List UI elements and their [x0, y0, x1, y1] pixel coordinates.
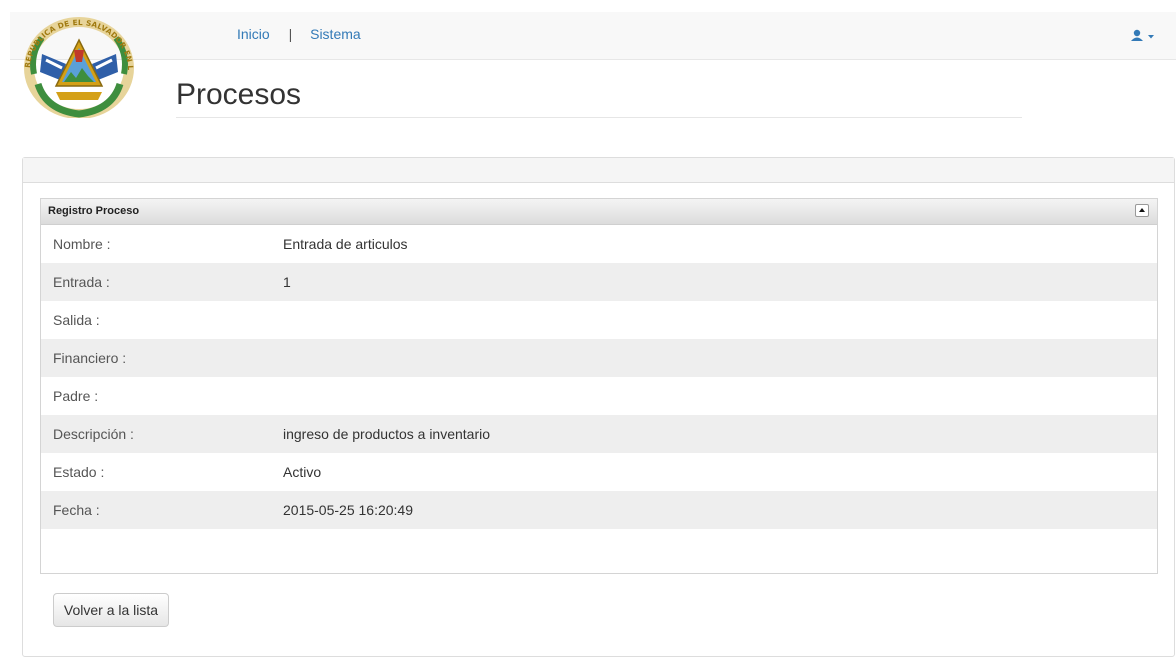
detail-row-nombre: Nombre : Entrada de articulos — [41, 225, 1157, 263]
nav-link-sistema[interactable]: Sistema — [310, 26, 361, 42]
detail-row-salida: Salida : — [41, 301, 1157, 339]
nav-separator: | — [288, 26, 293, 42]
coat-of-arms-logo: REPUBLICA DE EL SALVADOR EN LA AMERICA C… — [12, 7, 142, 119]
nav-link-inicio[interactable]: Inicio — [237, 26, 270, 42]
record-title: Registro Proceso — [48, 205, 140, 217]
top-navbar: Inicio | Sistema — [10, 12, 1176, 60]
row-label: Salida : — [53, 312, 100, 328]
title-divider — [176, 117, 1022, 118]
record-box: Registro Proceso Nombre : Entrada de art… — [40, 198, 1158, 574]
user-icon — [1131, 29, 1154, 41]
row-label: Descripción : — [53, 426, 134, 442]
main-panel: Registro Proceso Nombre : Entrada de art… — [22, 157, 1175, 657]
nav-links: Inicio | Sistema — [237, 26, 361, 42]
panel-heading — [23, 158, 1174, 183]
detail-row-entrada: Entrada : 1 — [41, 263, 1157, 301]
row-value: Activo — [283, 464, 322, 480]
row-value: 1 — [283, 274, 291, 290]
row-label: Padre : — [53, 388, 99, 404]
record-header: Registro Proceso — [41, 199, 1157, 225]
row-value: ingreso de productos a inventario — [283, 426, 491, 442]
detail-row-financiero: Financiero : — [41, 339, 1157, 377]
row-value: 2015-05-25 16:20:49 — [283, 502, 413, 518]
detail-row-estado: Estado : Activo — [41, 453, 1157, 491]
detail-row-padre: Padre : — [41, 377, 1157, 415]
page-title: Procesos — [176, 78, 302, 111]
collapse-up-icon[interactable] — [1135, 204, 1149, 217]
detail-row-descripcion: Descripción : ingreso de productos a inv… — [41, 415, 1157, 453]
row-label: Financiero : — [53, 350, 127, 366]
detail-row-fecha: Fecha : 2015-05-25 16:20:49 — [41, 491, 1157, 529]
chevron-down-icon — [1148, 35, 1154, 39]
row-label: Entrada : — [53, 274, 110, 290]
row-label: Nombre : — [53, 236, 111, 252]
row-label: Estado : — [53, 464, 105, 480]
row-label: Fecha : — [53, 502, 100, 518]
row-value: Entrada de articulos — [283, 236, 408, 252]
back-to-list-button[interactable]: Volver a la lista — [53, 593, 169, 627]
user-menu-dropdown[interactable] — [1128, 26, 1158, 46]
